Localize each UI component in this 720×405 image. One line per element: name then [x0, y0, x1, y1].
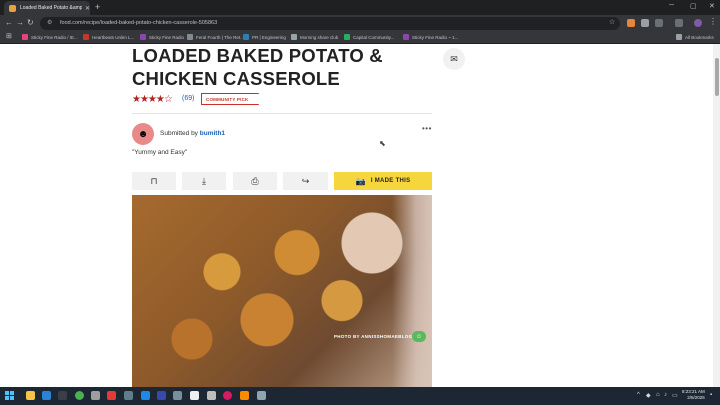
bookmark-item[interactable]: Capital Community... — [344, 34, 394, 40]
url-text: food.com/recipe/loaded-baked-potato-chic… — [60, 20, 218, 26]
tray-chevron-icon[interactable]: ^ — [637, 392, 640, 398]
submitted-prefix: Submitted by — [160, 130, 198, 137]
rss-extension-icon[interactable] — [627, 19, 635, 27]
i-made-this-label: I MADE THIS — [370, 178, 411, 184]
bookmark-favicon-icon — [187, 34, 193, 40]
share-button[interactable]: ↪ — [283, 172, 328, 190]
app-icon[interactable] — [124, 391, 133, 400]
mail-app-icon[interactable] — [141, 391, 150, 400]
all-bookmarks-button[interactable]: All Bookmarks — [676, 34, 714, 40]
bookmark-item[interactable]: Sticky Fine Radio ~ 1... — [403, 34, 458, 40]
bookmark-star-icon[interactable]: ☆ — [609, 18, 615, 26]
download-icon: ⤓ — [202, 175, 206, 186]
photo-dish-edge — [392, 195, 432, 387]
bookmark-item[interactable]: Sticky Fine Radio — [140, 34, 184, 40]
email-button[interactable]: ✉ — [443, 48, 465, 70]
menu-icon[interactable]: ⋮ — [709, 17, 717, 26]
bookmark-favicon-icon — [22, 34, 28, 40]
scrollbar-thumb[interactable] — [715, 58, 719, 96]
community-pick-badge: COMMUNITY PICK — [201, 93, 260, 105]
close-window-icon[interactable]: ✕ — [709, 2, 715, 10]
camera-icon: 📷 — [355, 176, 366, 186]
camera-app-icon[interactable] — [91, 391, 100, 400]
share-icon: ↪ — [301, 175, 310, 186]
back-icon[interactable]: ← — [5, 18, 13, 27]
folder-icon — [676, 34, 682, 40]
taskbar-clock[interactable]: 8:23:21 AM 2/5/2025 — [682, 389, 705, 401]
submitter-link[interactable]: bumith1 — [200, 130, 225, 137]
browser-tab[interactable]: Loaded Baked Potato &amp; Chic... ✕ — [4, 1, 90, 15]
bookmark-favicon-icon — [83, 34, 89, 40]
file-explorer-icon[interactable] — [26, 391, 35, 400]
volume-icon[interactable]: ♪ — [664, 392, 667, 398]
bookmark-favicon-icon — [140, 34, 146, 40]
divider — [132, 113, 432, 114]
recipe-quote: "Yummy and Easy" — [132, 149, 188, 156]
app-icon[interactable] — [223, 391, 232, 400]
network-icon[interactable]: ⌂ — [656, 392, 660, 398]
mouse-cursor-icon: ⬉ — [379, 139, 386, 148]
mail-icon: ✉ — [450, 53, 458, 64]
recipe-title: LOADED BAKED POTATO & CHICKEN CASSEROLE — [132, 45, 383, 89]
notification-icon[interactable]: ▪ — [710, 392, 712, 398]
bookmark-item[interactable]: PR | Engineering — [243, 34, 286, 40]
chrome-icon[interactable] — [75, 391, 84, 400]
site-info-icon[interactable]: ⚙ — [47, 19, 52, 26]
photo-credit: PHOTO BY ANNISSHOMAEBLOG — [334, 334, 413, 339]
tab-favicon-icon — [9, 4, 16, 12]
tab-title: Loaded Baked Potato &amp; Chic... — [20, 5, 82, 11]
print-button[interactable]: ⎙ — [233, 172, 277, 190]
terminal-icon[interactable] — [58, 391, 67, 400]
bookmark-item[interactable]: Feral Fourth | The Ret... — [187, 34, 244, 40]
app-icon[interactable] — [190, 391, 199, 400]
minimize-icon[interactable]: ─ — [669, 2, 674, 9]
rating-count[interactable]: (69) — [182, 95, 194, 102]
app-icon[interactable] — [257, 391, 266, 400]
bookmark-favicon-icon — [403, 34, 409, 40]
profile-avatar[interactable] — [694, 19, 702, 27]
app-icon[interactable] — [157, 391, 166, 400]
start-button[interactable] — [5, 391, 14, 400]
extension-icon[interactable] — [641, 19, 649, 27]
recipe-photo[interactable] — [132, 195, 432, 387]
tray-app-icon[interactable]: ◆ — [646, 392, 651, 399]
puzzle-icon[interactable] — [655, 19, 663, 27]
taskbar: ^ ◆ ⌂ ♪ ▭ 8:23:21 AM 2/5/2025 ▪ — [0, 387, 720, 405]
address-bar[interactable]: ⚙ food.com/recipe/loaded-baked-potato-ch… — [40, 17, 620, 30]
print-icon: ⎙ — [251, 175, 259, 186]
bookmarks-bar: ⊞ Sticky Fine Radio / IE... Heartbeats U… — [0, 32, 720, 44]
bookmark-favicon-icon — [243, 34, 249, 40]
new-tab-button[interactable]: + — [95, 2, 100, 12]
avatar[interactable]: ☻ — [132, 123, 154, 145]
sidebar-icon[interactable] — [675, 19, 683, 27]
bookmark-item[interactable]: Sticky Fine Radio / IE... — [22, 34, 78, 40]
reload-icon[interactable]: ↻ — [27, 18, 34, 27]
forward-icon[interactable]: → — [16, 18, 24, 27]
apps-icon[interactable]: ⊞ — [6, 32, 12, 40]
i-made-this-button[interactable]: 📷 I MADE THIS — [334, 172, 432, 190]
bookmark-favicon-icon — [344, 34, 350, 40]
bookmark-favicon-icon — [291, 34, 297, 40]
app-icon[interactable] — [207, 391, 216, 400]
app-icon[interactable] — [42, 391, 51, 400]
browser-toolbar: ← → ↻ ⚙ food.com/recipe/loaded-baked-pot… — [0, 15, 720, 32]
rating-stars[interactable]: ★★★★☆ — [132, 94, 173, 105]
browser-tab-strip: Loaded Baked Potato &amp; Chic... ✕ + ─ … — [0, 0, 720, 15]
app-icon[interactable] — [107, 391, 116, 400]
bookmark-item[interactable]: Heartbeats Unlim L... — [83, 34, 134, 40]
photo-gallery-button[interactable]: ☺ — [412, 331, 426, 342]
battery-icon[interactable]: ▭ — [672, 392, 678, 399]
submitted-by: Submitted by bumith1 — [160, 130, 225, 137]
app-icon[interactable] — [173, 391, 182, 400]
save-button[interactable]: ⊓ — [132, 172, 176, 190]
bookmark-icon: ⊓ — [150, 175, 158, 186]
maximize-icon[interactable]: ▢ — [690, 2, 697, 10]
clock-date: 2/5/2025 — [687, 395, 705, 400]
more-options-icon[interactable]: ••• — [422, 124, 432, 133]
bookmark-item[interactable]: Morning share club — [291, 34, 338, 40]
app-icon[interactable] — [240, 391, 249, 400]
download-button[interactable]: ⤓ — [182, 172, 226, 190]
tab-close-icon[interactable]: ✕ — [85, 5, 90, 12]
